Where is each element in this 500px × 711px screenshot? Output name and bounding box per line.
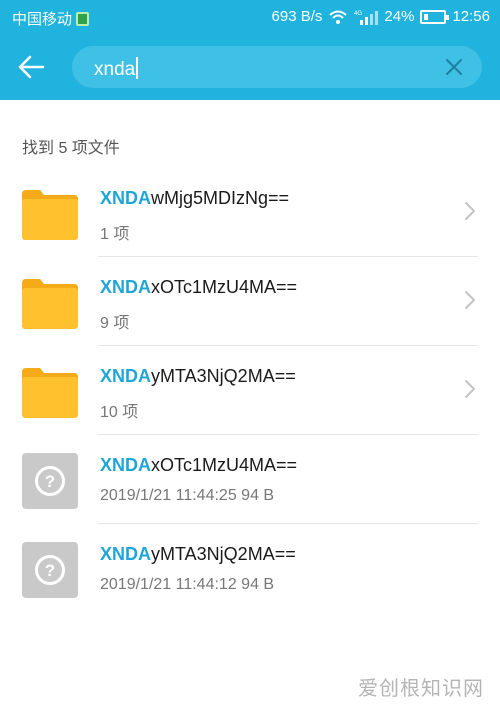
result-count: 找到 5 项文件 [22, 140, 120, 157]
status-left: 中国移动 [12, 8, 90, 29]
name-match: XNDA [100, 277, 152, 297]
battery-icon [420, 9, 450, 24]
folder-icon [22, 279, 78, 329]
unknown-file-icon: ? [22, 453, 78, 509]
network-type-label: 4G [354, 11, 362, 17]
item-name: XNDAyMTA3NjQ2MA== [100, 544, 296, 565]
status-bar: 中国移动 693 B/s 4G 24% 12:56 [0, 0, 500, 34]
folder-icon [22, 368, 78, 418]
name-match: XNDA [100, 455, 152, 475]
app-header: 中国移动 693 B/s 4G 24% 12:56 xnda [0, 0, 500, 100]
clear-icon[interactable] [444, 57, 464, 77]
item-meta: 2019/1/21 11:44:25 94 B [100, 487, 275, 504]
question-mark-icon: ? [35, 466, 65, 496]
name-rest: wMjg5MDIzNg== [151, 188, 290, 208]
search-query: xnda [94, 59, 136, 80]
chevron-right-icon [465, 291, 475, 309]
chevron-right-icon [465, 380, 475, 398]
folder-icon [22, 190, 78, 240]
back-arrow-icon [18, 55, 45, 79]
back-button[interactable] [14, 50, 48, 84]
item-name: XNDAyMTA3NjQ2MA== [100, 366, 296, 387]
sim-icon [76, 11, 90, 26]
wifi-icon [329, 10, 348, 24]
result-list: XNDAwMjg5MDIzNg== 1 项 XNDAxOTc1MzU4MA== 9 项… [0, 168, 500, 613]
chevron-right-icon [465, 202, 475, 220]
item-meta: 9 项 [100, 315, 130, 332]
search-field[interactable]: xnda [72, 46, 482, 88]
carrier-label: 中国移动 [12, 11, 73, 28]
name-rest: xOTc1MzU4MA== [151, 277, 298, 297]
item-meta: 1 项 [100, 226, 130, 243]
watermark: 爱创根知识网 [358, 678, 484, 700]
name-rest: xOTc1MzU4MA== [151, 455, 298, 475]
name-match: XNDA [100, 366, 152, 386]
search-input[interactable]: xnda [94, 57, 139, 81]
file-row[interactable]: ? XNDAyMTA3NjQ2MA== 2019/1/21 11:44:12 94 … [0, 524, 500, 613]
clock: 12:56 [452, 8, 490, 25]
battery-level [424, 13, 429, 20]
file-row[interactable]: ? XNDAxOTc1MzU4MA== 2019/1/21 11:44:25 94 … [0, 435, 500, 524]
folder-row[interactable]: XNDAxOTc1MzU4MA== 9 项 [0, 257, 500, 346]
network-speed: 693 B/s [271, 8, 323, 25]
text-caret [136, 57, 139, 79]
item-meta: 2019/1/21 11:44:12 94 B [100, 576, 275, 593]
question-mark-icon: ? [35, 555, 65, 585]
folder-row[interactable]: XNDAyMTA3NjQ2MA== 10 项 [0, 346, 500, 435]
unknown-file-icon: ? [22, 542, 78, 598]
name-match: XNDA [100, 188, 152, 208]
item-name: XNDAxOTc1MzU4MA== [100, 277, 297, 298]
name-rest: yMTA3NjQ2MA== [151, 366, 296, 386]
name-match: XNDA [100, 544, 152, 564]
name-rest: yMTA3NjQ2MA== [151, 544, 296, 564]
folder-row[interactable]: XNDAwMjg5MDIzNg== 1 项 [0, 168, 500, 257]
signal-icon: 4G [354, 10, 379, 25]
item-name: XNDAxOTc1MzU4MA== [100, 455, 297, 476]
battery-percent: 24% [384, 8, 415, 25]
item-meta: 10 项 [100, 404, 139, 421]
status-right: 693 B/s 4G 24% 12:56 [272, 8, 490, 25]
item-name: XNDAwMjg5MDIzNg== [100, 188, 289, 209]
